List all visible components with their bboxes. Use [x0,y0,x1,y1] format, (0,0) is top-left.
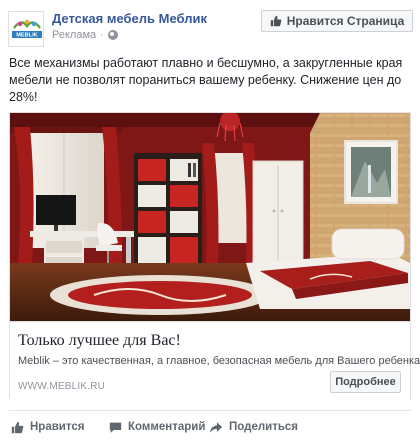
sponsored-label[interactable]: Реклама [52,29,96,41]
comment-label: Комментарий [128,421,206,433]
card-domain: WWW.MEBLIK.RU [18,381,106,392]
meta-separator: · [100,29,104,41]
ad-post: MEBLIK Детская мебель Меблик Реклама · Н… [0,0,420,443]
learn-more-button[interactable]: Подробнее [330,371,401,393]
like-button[interactable]: Нравится [11,416,84,438]
like-page-button[interactable]: Нравится Страница [261,10,413,32]
ad-image[interactable] [10,113,410,321]
card-title[interactable]: Только лучшее для Вас! [18,332,181,350]
share-button[interactable]: Поделиться [209,416,298,438]
logo-text: MEBLIK [16,33,37,39]
post-text: Все механизмы работают плавно и бесшумно… [9,56,403,104]
like-label: Нравится [30,421,85,433]
comment-button[interactable]: Комментарий [109,416,205,438]
link-preview-card[interactable]: Только лучшее для Вас! Meblik – это каче… [9,112,420,399]
page-name-link[interactable]: Детская мебель Меблик [52,11,207,26]
globe-icon[interactable] [107,30,118,40]
bedroom-image [10,113,410,321]
actions-divider [9,410,411,411]
meblik-logo-icon: MEBLIK [9,12,43,46]
comment-icon [109,422,122,433]
thumbs-up-icon [270,15,282,27]
share-label: Поделиться [229,421,299,433]
share-icon [209,421,223,433]
page-logo[interactable]: MEBLIK [8,11,44,47]
post-meta: Реклама · [52,29,118,41]
like-page-label: Нравится Страница [286,14,405,28]
card-body[interactable]: Только лучшее для Вас! Meblik – это каче… [10,321,420,399]
card-description: Meblik – это качественная, а главное, бе… [18,355,420,367]
thumbs-up-icon [11,421,24,433]
post-actions: Нравится Комментарий Поделиться [9,416,411,438]
